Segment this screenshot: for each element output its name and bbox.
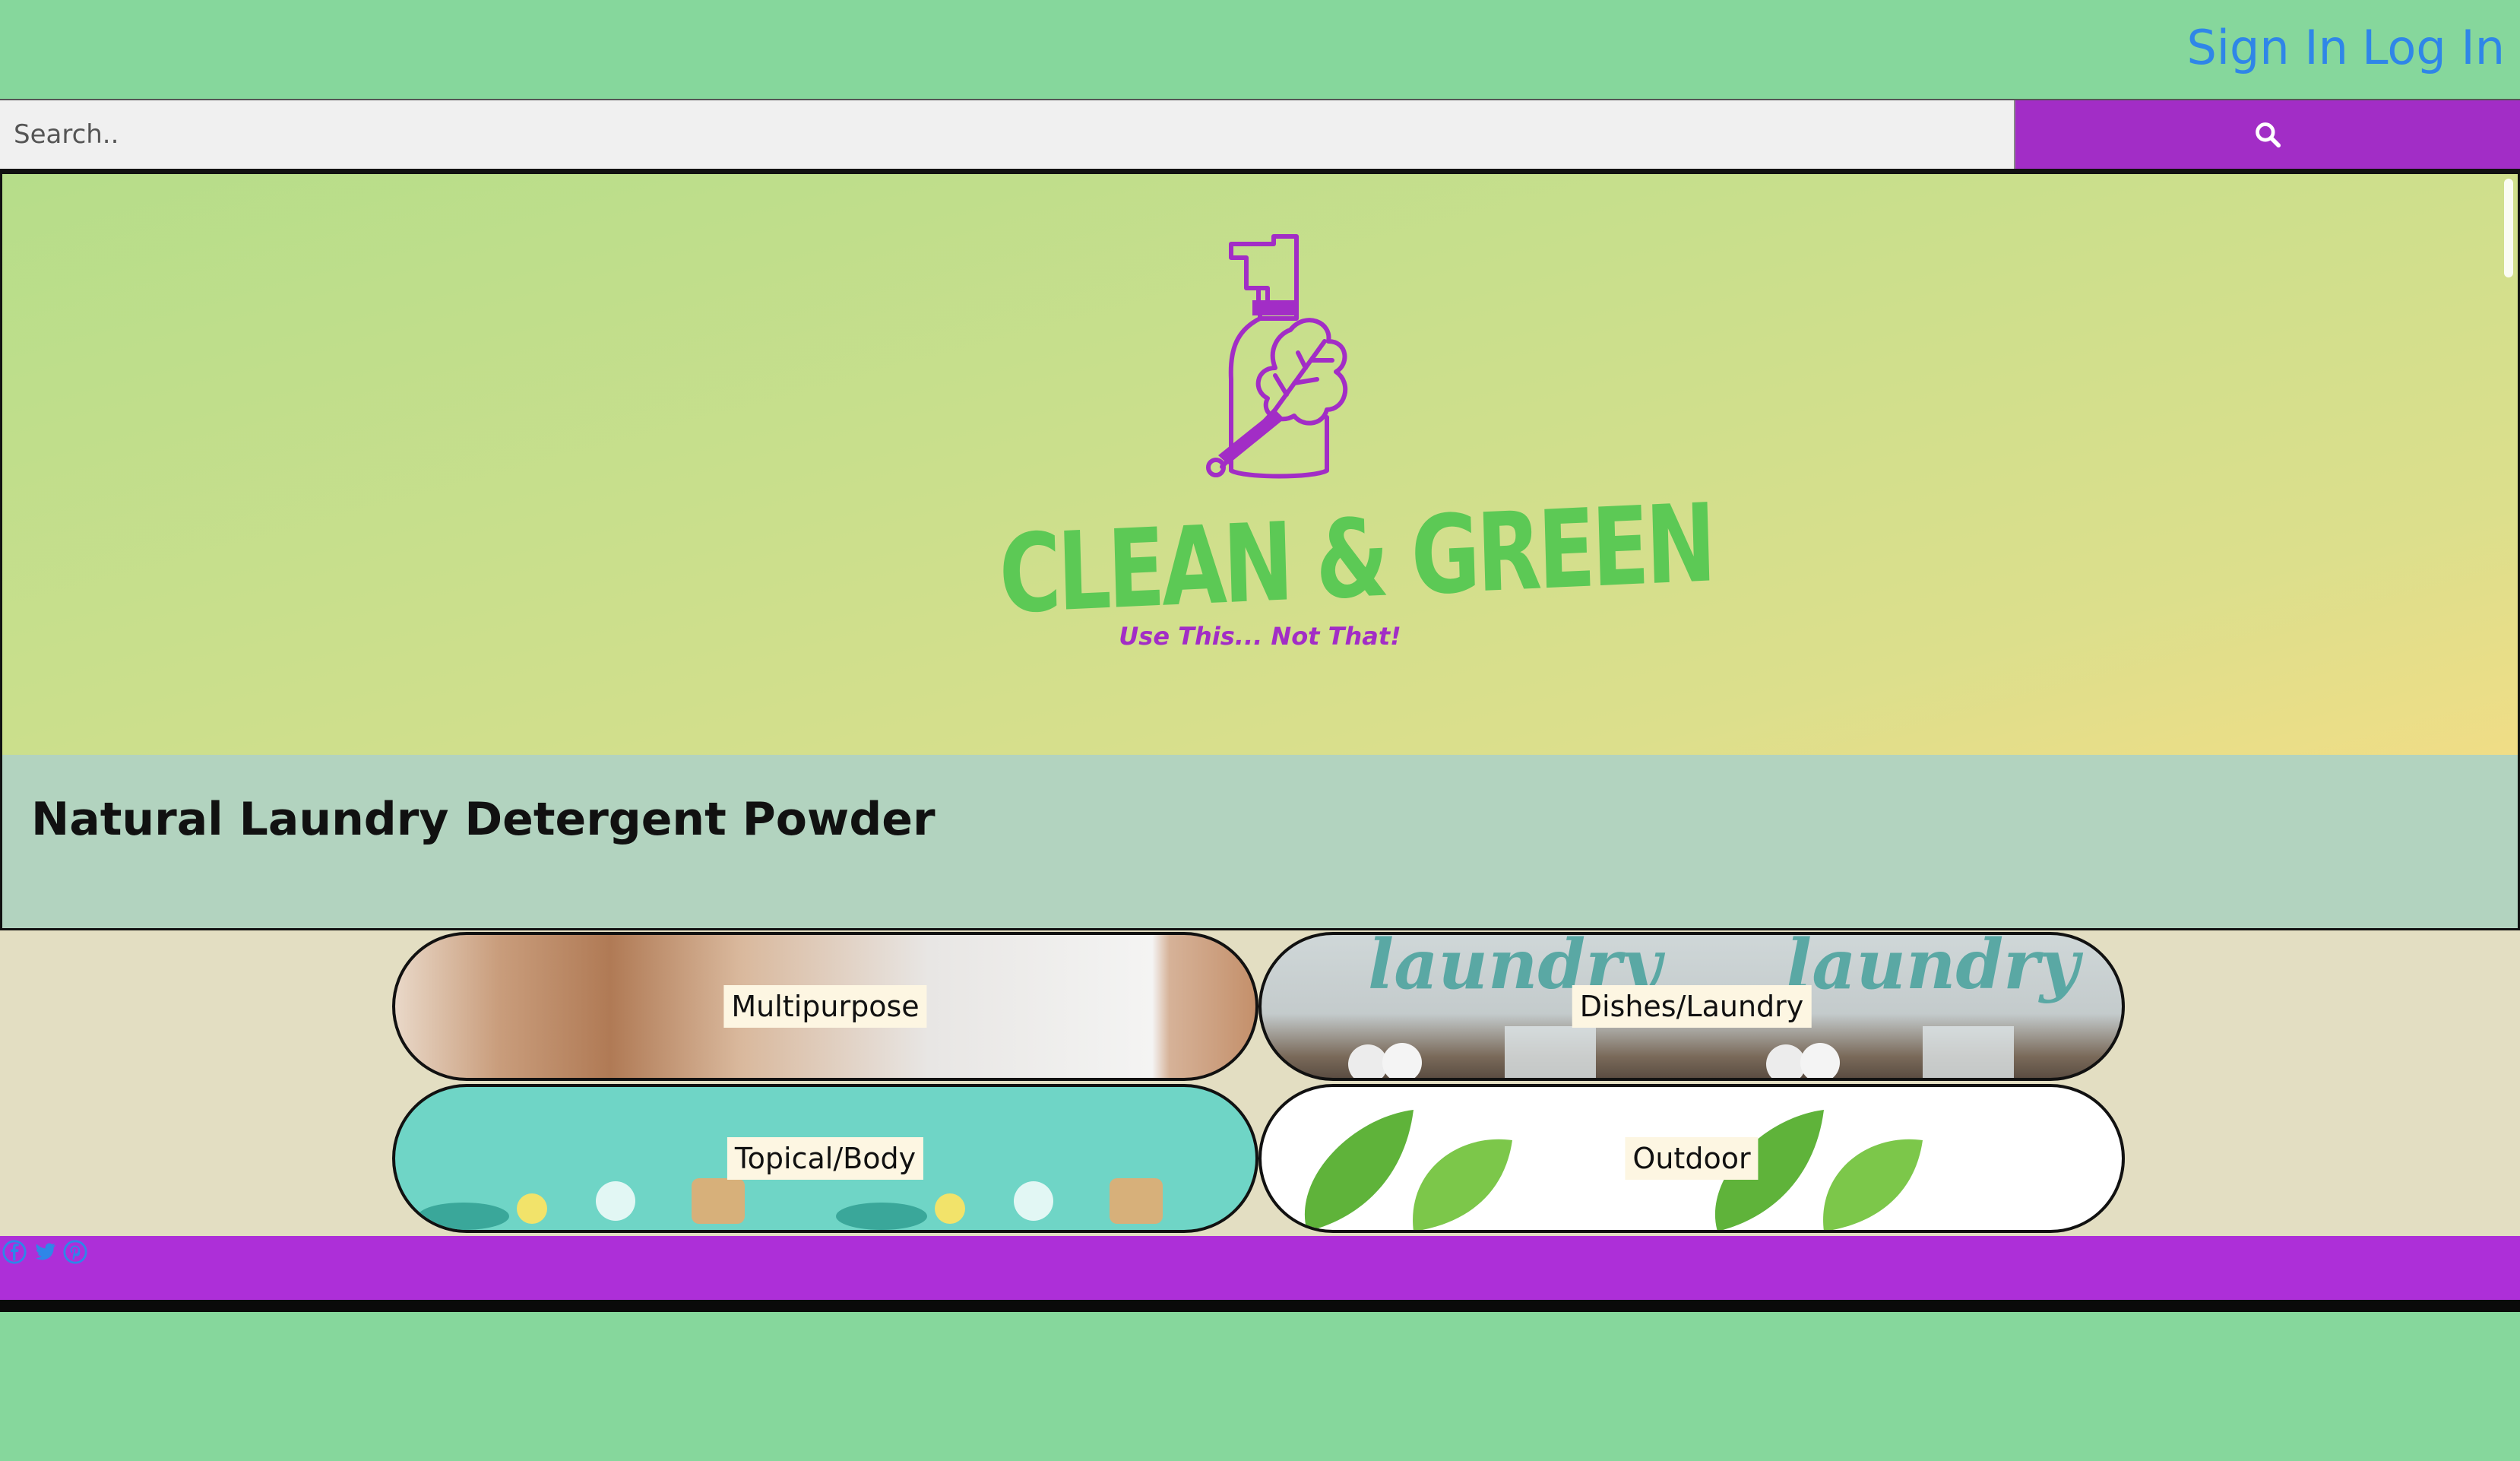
search-button[interactable]: [2015, 100, 2520, 169]
auth-links: Sign In Log In: [2186, 20, 2505, 75]
auth-bar: Sign In Log In: [0, 0, 2520, 99]
category-topical-body[interactable]: Topical/Body: [392, 1084, 1258, 1233]
twitter-icon[interactable]: [32, 1239, 58, 1265]
page: Sign In Log In Search.. CLEAN & GREEN Us…: [0, 0, 2520, 1461]
category-multipurpose[interactable]: Multipurpose: [392, 932, 1258, 1081]
category-grid: Multipurpose laundry laundry Dishes/Laun…: [0, 930, 2520, 1236]
scrollbar-thumb[interactable]: [2504, 179, 2513, 277]
search-icon: [2256, 122, 2281, 148]
log-in-link[interactable]: Log In: [2362, 20, 2505, 75]
product-strip: Natural Laundry Detergent Powder: [2, 755, 2518, 928]
search-bar: [0, 99, 2520, 172]
category-label: Multipurpose: [723, 985, 927, 1028]
category-label: Topical/Body: [727, 1137, 924, 1180]
brand-name: CLEAN & GREEN: [997, 480, 1714, 639]
brand-logo: CLEAN & GREEN Use This... Not That!: [926, 227, 1714, 714]
search-input[interactable]: [0, 100, 2015, 169]
content-frame[interactable]: CLEAN & GREEN Use This... Not That! Natu…: [0, 172, 2520, 930]
category-label: Outdoor: [1625, 1137, 1759, 1180]
hero-banner: CLEAN & GREEN Use This... Not That!: [2, 174, 2518, 755]
footer: [0, 1236, 2520, 1312]
product-title: Natural Laundry Detergent Powder: [31, 793, 936, 846]
social-links: [2, 1239, 88, 1265]
category-label: Dishes/Laundry: [1572, 985, 1812, 1028]
svg-text:laundry: laundry: [1786, 935, 2084, 1005]
pinterest-icon[interactable]: [62, 1239, 88, 1265]
sign-in-link[interactable]: Sign In: [2186, 20, 2348, 75]
spray-bottle-leaf-icon: [1206, 234, 1348, 479]
category-outdoor[interactable]: Outdoor: [1258, 1084, 2125, 1233]
facebook-icon[interactable]: [2, 1239, 27, 1265]
category-dishes-laundry[interactable]: laundry laundry Dishes/Laundry: [1258, 932, 2125, 1081]
